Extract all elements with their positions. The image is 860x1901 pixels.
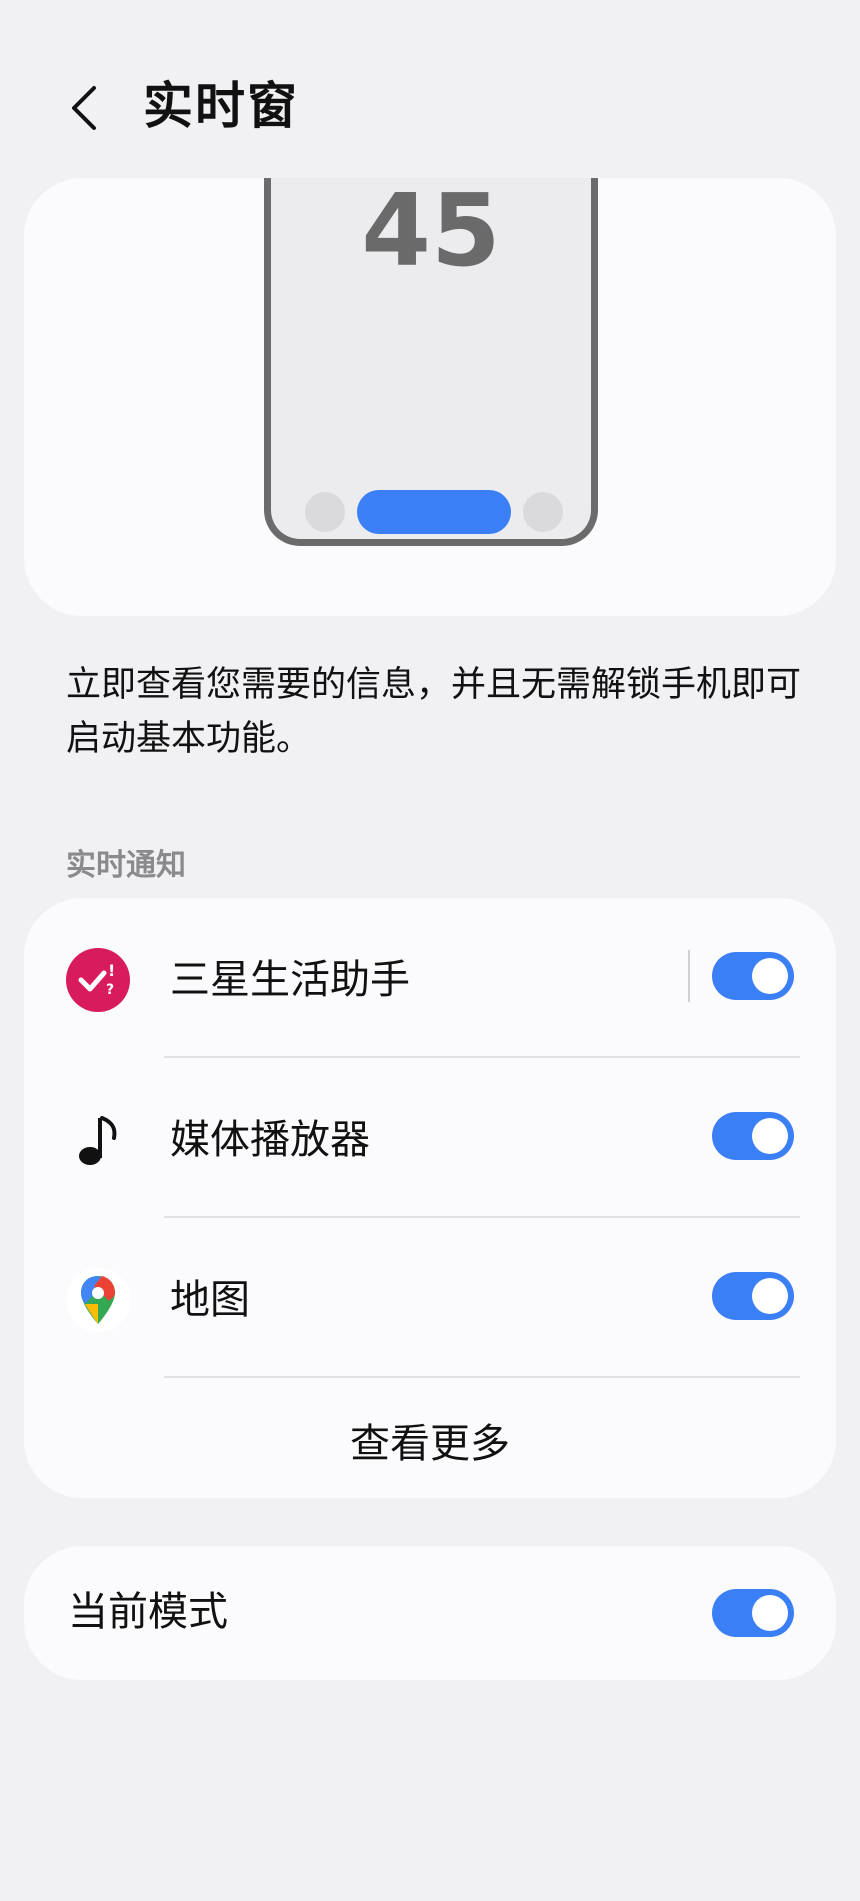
phone-illustration: 45 xyxy=(264,178,598,546)
google-maps-pin-icon xyxy=(66,1268,130,1332)
left-dot xyxy=(305,492,345,532)
list-item-label: 地图 xyxy=(170,1277,250,1323)
section-label: 实时通知 xyxy=(66,848,186,883)
chevron-left-icon xyxy=(72,86,96,130)
clock-text: 45 xyxy=(361,178,501,289)
music-note-icon xyxy=(79,1116,117,1165)
samsung-life-assistant-icon: ! ? xyxy=(66,948,130,1012)
live-window-pill xyxy=(357,490,511,534)
app-list-card: ! ? 三星生活助手 媒体播放器 地图 查看更多 xyxy=(24,898,836,1498)
svg-text:?: ? xyxy=(106,982,114,998)
header: 实时窗 xyxy=(0,60,860,150)
list-item-media-player[interactable]: 媒体播放器 xyxy=(24,1058,836,1218)
list-item-life-assistant[interactable]: ! ? 三星生活助手 xyxy=(24,898,836,1058)
list-item-maps[interactable]: 地图 xyxy=(24,1218,836,1378)
current-mode-label: 当前模式 xyxy=(68,1589,228,1635)
vertical-divider xyxy=(688,950,690,1002)
right-dot xyxy=(523,492,563,532)
current-mode-card[interactable]: 当前模式 xyxy=(24,1546,836,1680)
list-item-label: 三星生活助手 xyxy=(170,957,410,1003)
media-player-toggle[interactable] xyxy=(712,1112,794,1160)
current-mode-toggle[interactable] xyxy=(712,1589,794,1637)
page-title: 实时窗 xyxy=(143,77,299,135)
preview-card: 45 xyxy=(24,178,836,616)
description: 立即查看您需要的信息，并且无需解锁手机即可启动基本功能。 xyxy=(66,665,802,759)
list-item-label: 媒体播放器 xyxy=(170,1117,370,1163)
back-button[interactable] xyxy=(60,74,120,138)
life-assistant-toggle[interactable] xyxy=(712,952,794,1000)
see-more-button[interactable]: 查看更多 xyxy=(24,1414,836,1474)
svg-text:!: ! xyxy=(108,961,115,980)
divider xyxy=(164,1376,800,1378)
maps-toggle[interactable] xyxy=(712,1272,794,1320)
